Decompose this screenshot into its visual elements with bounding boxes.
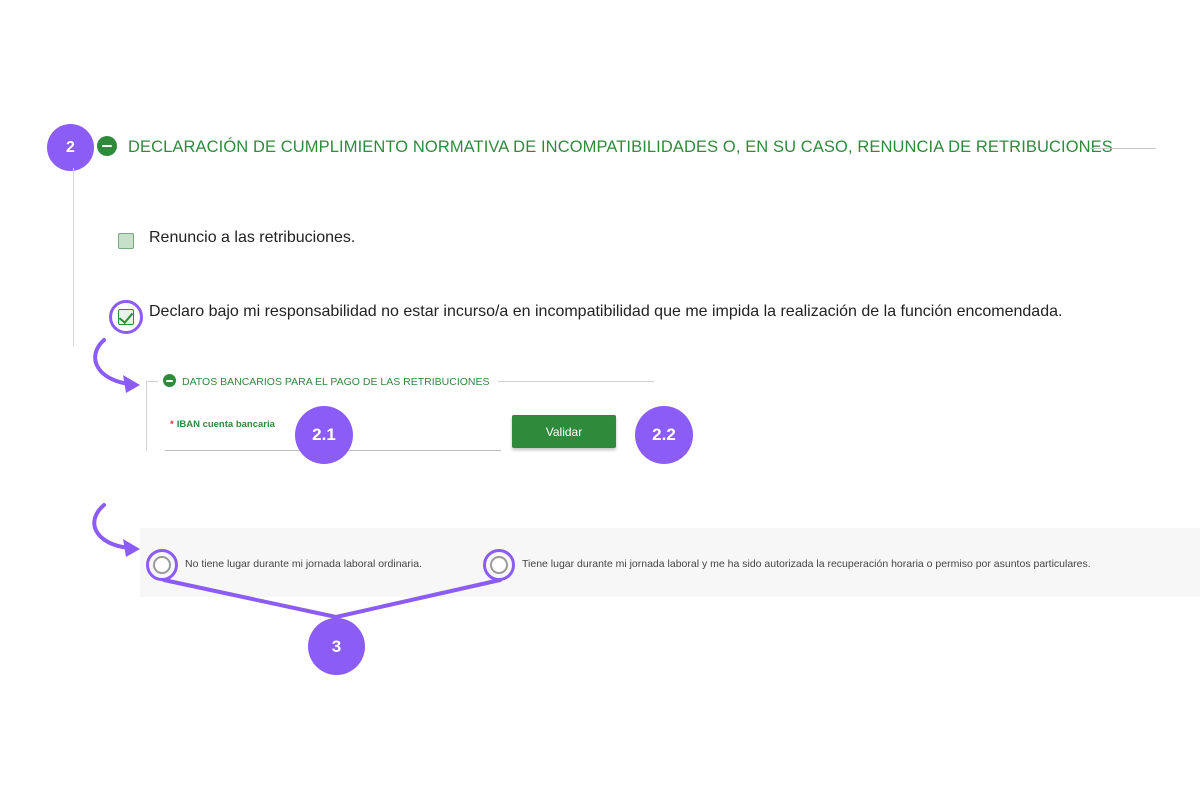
connector-radio-2 [334, 578, 502, 619]
arrowhead-bank-icon [123, 375, 140, 393]
step-badge-3: 3 [308, 618, 365, 675]
annotation-overlay [92, 338, 502, 619]
arrowhead-schedule-icon [123, 539, 140, 557]
connector-radio-1 [162, 578, 338, 619]
